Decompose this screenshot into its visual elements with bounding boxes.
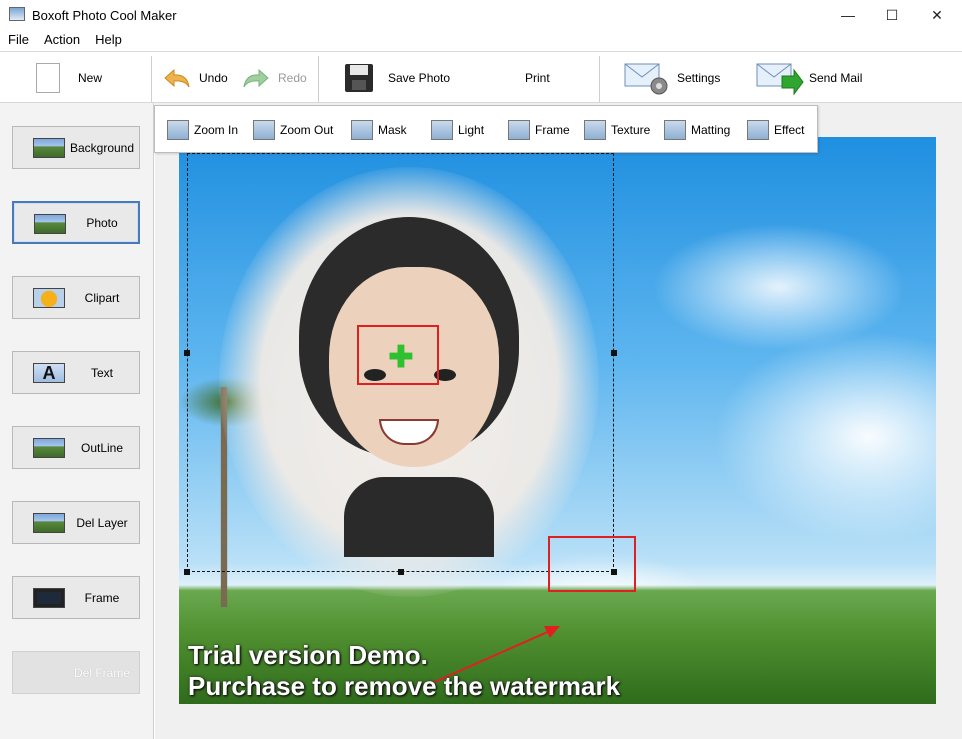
redo-button[interactable]: Redo [242,52,307,104]
outline-icon [33,438,65,458]
trial-watermark: Trial version Demo. Purchase to remove t… [188,640,621,701]
title-bar: Boxoft Photo Cool Maker — ☐ ✕ [0,0,962,31]
delete-layer-icon [33,513,65,533]
texture-icon [584,120,606,140]
resize-handle-right[interactable] [611,350,617,356]
floppy-disk-icon [345,64,373,92]
mask-button[interactable]: Mask [351,106,407,154]
app-icon [9,7,25,21]
new-document-icon [36,63,60,93]
resize-handle-bottom[interactable] [398,569,404,575]
clipart-smiley-icon [33,288,65,308]
photo-subtoolbar: Zoom In Zoom Out Mask Light Frame Textur… [154,105,818,153]
zoom-out-button[interactable]: Zoom Out [253,106,333,154]
print-button[interactable]: Print [525,52,550,104]
settings-mail-gear-icon [624,63,668,95]
del-layer-button[interactable]: Del Layer [12,501,140,544]
menu-bar: File Action Help [0,31,962,51]
maximize-button[interactable]: ☐ [869,0,915,30]
close-button[interactable]: ✕ [914,0,960,30]
save-photo-button[interactable]: Save Photo [344,52,450,104]
zoom-in-button[interactable]: Zoom In [167,106,238,154]
text-letter-a-icon: A [33,363,65,383]
settings-button[interactable]: Settings [624,52,720,104]
matting-button[interactable]: Matting [664,106,730,154]
zoom-out-icon [253,120,275,140]
photo-button[interactable]: Photo [12,201,140,244]
effect-brush-icon [747,120,769,140]
menu-file[interactable]: File [8,31,29,51]
left-tool-panel [0,103,154,739]
frame-tool-icon [508,120,530,140]
main-toolbar: New Undo Redo Save Photo Print Settings … [0,51,962,103]
send-mail-icon [756,63,804,96]
clipart-button[interactable]: Clipart [12,276,140,319]
outline-button[interactable]: OutLine [12,426,140,469]
photo-icon [34,214,66,234]
menu-action[interactable]: Action [44,31,80,51]
move-cursor-icon[interactable]: ✚ [386,343,416,373]
light-button[interactable]: Light [431,106,484,154]
texture-button[interactable]: Texture [584,106,650,154]
frame-tool-button[interactable]: Frame [508,106,570,154]
resize-handle-bottom-left[interactable] [184,569,190,575]
del-frame-button[interactable]: Del Frame [12,651,140,694]
effect-button[interactable]: Effect [747,106,804,154]
background-button[interactable]: Background [12,126,140,169]
undo-icon [164,68,190,88]
background-icon [33,138,65,158]
minimize-button[interactable]: — [825,0,871,30]
frame-button[interactable]: Frame [12,576,140,619]
light-icon [431,120,453,140]
resize-handle-left[interactable] [184,350,190,356]
window-title: Boxoft Photo Cool Maker [32,8,177,23]
matting-icon [664,120,686,140]
text-button[interactable]: A Text [12,351,140,394]
new-button[interactable]: New [36,52,102,104]
send-mail-button[interactable]: Send Mail [756,52,862,104]
frame-icon [33,588,65,608]
zoom-in-icon [167,120,189,140]
mask-icon [351,120,373,140]
redo-icon [243,68,269,88]
menu-help[interactable]: Help [95,31,122,51]
resize-corner-highlight [548,536,636,592]
undo-button[interactable]: Undo [163,52,228,104]
